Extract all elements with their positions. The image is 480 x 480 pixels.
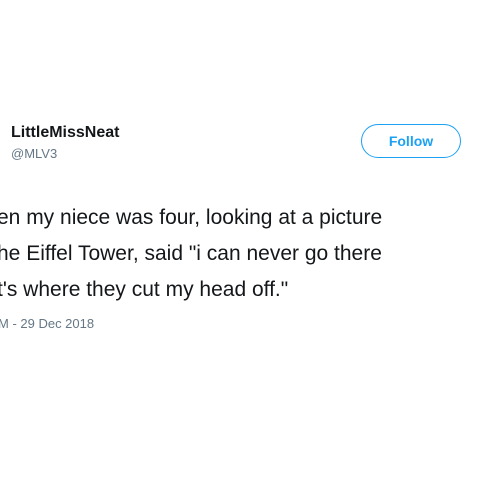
tweet-text: en my niece was four, looking at a pictu… — [0, 0, 480, 480]
tweet-timestamp[interactable]: M - 29 Dec 2018 — [0, 316, 94, 331]
tweet-card: LittleMissNeat @MLV3 Follow en my niece … — [0, 0, 480, 480]
author-handle[interactable]: @MLV3 — [11, 146, 57, 161]
follow-button[interactable]: Follow — [361, 124, 461, 158]
tweet-text-line: he Eiffel Tower, said "i can never go th… — [0, 242, 382, 265]
author-display-name[interactable]: LittleMissNeat — [11, 124, 119, 142]
tweet-text-line: t's where they cut my head off." — [0, 278, 289, 301]
tweet-text-line: en my niece was four, looking at a pictu… — [0, 206, 383, 229]
